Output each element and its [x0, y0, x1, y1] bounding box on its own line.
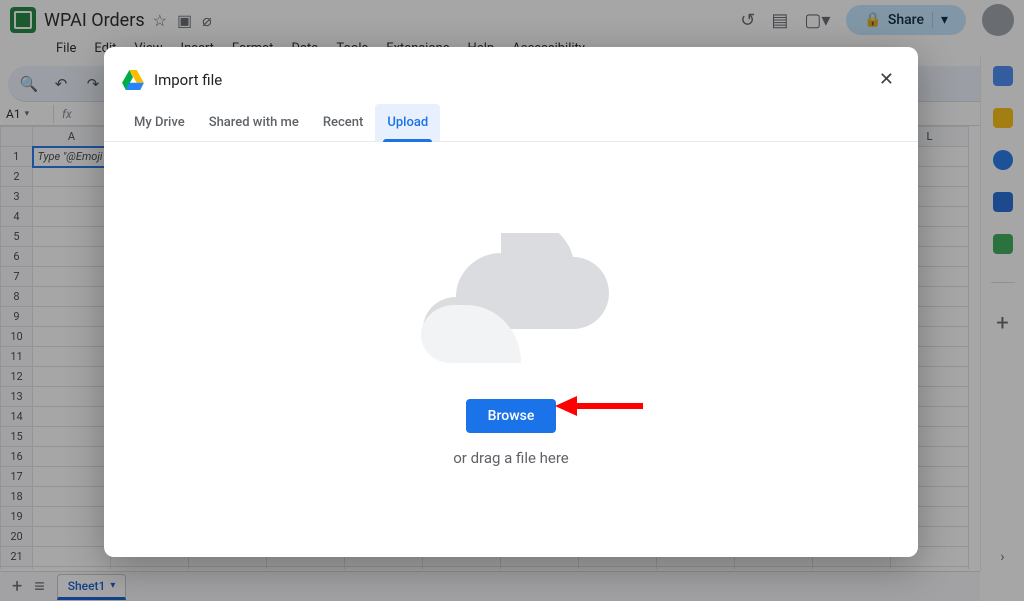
dialog-tabs: My Drive Shared with me Recent Upload — [104, 104, 918, 142]
tab-recent[interactable]: Recent — [311, 104, 375, 141]
close-icon[interactable]: ✕ — [873, 63, 900, 96]
tab-upload[interactable]: Upload — [375, 104, 440, 141]
drag-hint-text: or drag a file here — [453, 449, 569, 467]
dialog-header: Import file ✕ — [104, 47, 918, 104]
upload-dropzone[interactable]: Browse or drag a file here — [104, 142, 918, 557]
dialog-title: Import file — [154, 71, 222, 89]
tab-my-drive[interactable]: My Drive — [122, 104, 197, 141]
tab-shared-with-me[interactable]: Shared with me — [197, 104, 311, 141]
drive-logo-icon — [122, 70, 144, 90]
import-file-dialog: Import file ✕ My Drive Shared with me Re… — [104, 47, 918, 557]
cloud-illustration — [406, 233, 616, 363]
browse-button[interactable]: Browse — [466, 399, 557, 433]
